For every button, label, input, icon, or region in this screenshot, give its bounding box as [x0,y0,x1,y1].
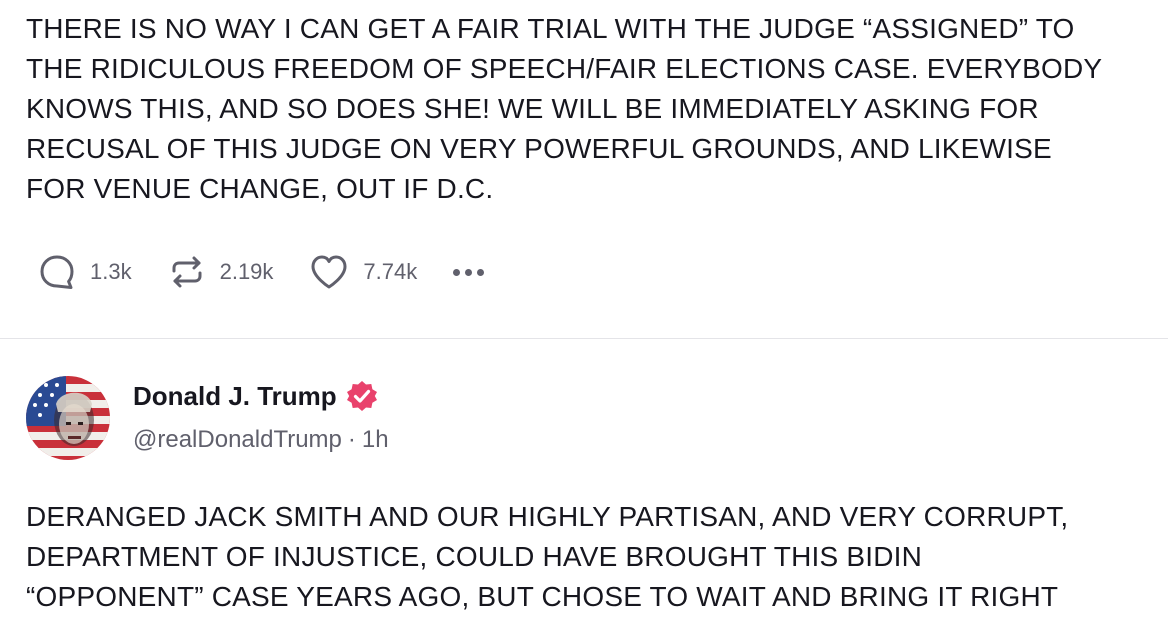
heart-icon [311,255,347,289]
profile-avatar[interactable] [26,376,110,460]
like-button[interactable]: 7.74k [309,253,417,291]
post-card: Donald J. Trump @realDonaldTrump · 1h DE… [0,339,1168,630]
retruth-icon [172,256,202,288]
retruth-button[interactable]: 2.19k [168,253,274,291]
verified-badge-icon [346,381,377,411]
post-actions: 1.3k 2.19k 7.74k [38,252,489,292]
post-timestamp[interactable]: 1h [362,426,389,454]
more-icon [453,268,461,276]
meta-separator: · [347,426,356,453]
author-handle[interactable]: @realDonaldTrump [133,426,342,454]
avatar-image [26,376,110,460]
retruth-count: 2.19k [219,259,274,284]
reply-icon [40,255,74,289]
more-button[interactable] [453,268,489,276]
like-count: 7.74k [363,259,418,284]
post-card: THERE IS NO WAY I CAN GET A FAIR TRIAL W… [0,0,1168,339]
author-name[interactable]: Donald J. Trump [133,381,337,412]
post-text: DERANGED JACK SMITH AND OUR HIGHLY PARTI… [26,501,1069,612]
reply-button[interactable]: 1.3k [38,253,132,291]
post-text: THERE IS NO WAY I CAN GET A FAIR TRIAL W… [26,13,1103,204]
reply-count: 1.3k [90,259,132,284]
post-author: Donald J. Trump @realDonaldTrump · 1h [133,377,389,455]
